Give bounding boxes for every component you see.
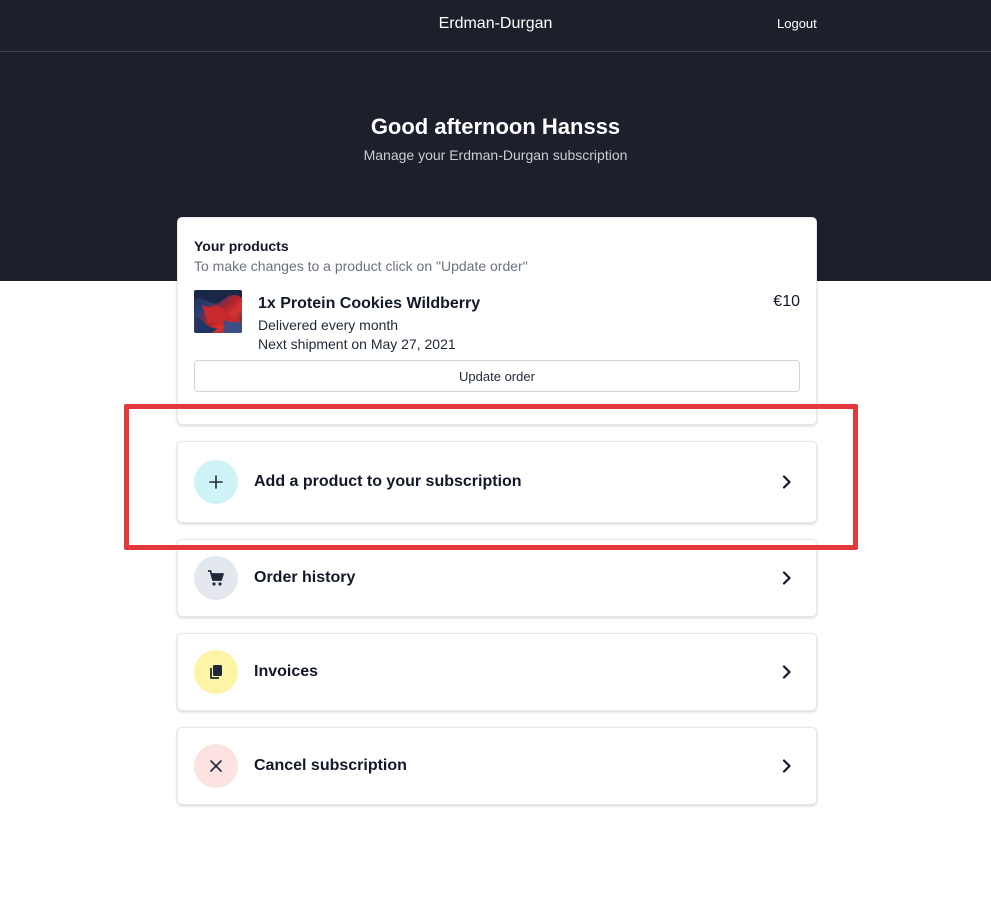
plus-icon (209, 475, 223, 489)
product-image (194, 290, 242, 333)
brand-name: Erdman-Durgan (438, 15, 553, 32)
cart-icon (208, 570, 224, 586)
cancel-icon-circle (194, 744, 238, 788)
products-hint: To make changes to a product click on "U… (194, 258, 528, 274)
chevron-right-icon (780, 665, 794, 679)
product-name: 1x Protein Cookies Wildberry (258, 295, 481, 312)
invoices-icon-circle (194, 650, 238, 694)
documents-icon (210, 665, 222, 679)
close-icon (210, 760, 222, 772)
top-bar: Erdman-Durgan Logout (0, 0, 991, 52)
product-frequency: Delivered every month (258, 317, 399, 333)
add-product-label: Add a product to your subscription (254, 473, 522, 490)
greeting-subtitle: Manage your Erdman-Durgan subscription (363, 147, 628, 163)
invoices-row[interactable]: Invoices (177, 633, 817, 711)
order-history-row[interactable]: Order history (177, 539, 817, 617)
order-history-label: Order history (254, 569, 356, 586)
update-order-button[interactable]: Update order (194, 360, 800, 392)
cancel-subscription-row[interactable]: Cancel subscription (177, 727, 817, 805)
cancel-subscription-label: Cancel subscription (254, 757, 407, 774)
greeting-title: Good afternoon Hansss (370, 114, 621, 139)
product-image-art (194, 290, 242, 333)
chevron-right-icon (780, 475, 794, 489)
order-history-icon-circle (194, 556, 238, 600)
chevron-right-icon (780, 759, 794, 773)
invoices-label: Invoices (254, 663, 319, 680)
add-product-icon-circle (194, 460, 238, 504)
add-product-row[interactable]: Add a product to your subscription (177, 441, 817, 523)
products-title: Your products (194, 238, 289, 254)
chevron-right-icon (780, 571, 794, 585)
products-card: Your products To make changes to a produ… (177, 217, 817, 425)
logout-link[interactable]: Logout (777, 16, 817, 31)
product-price: €10 (773, 293, 800, 310)
product-next-shipment: Next shipment on May 27, 2021 (258, 336, 456, 352)
